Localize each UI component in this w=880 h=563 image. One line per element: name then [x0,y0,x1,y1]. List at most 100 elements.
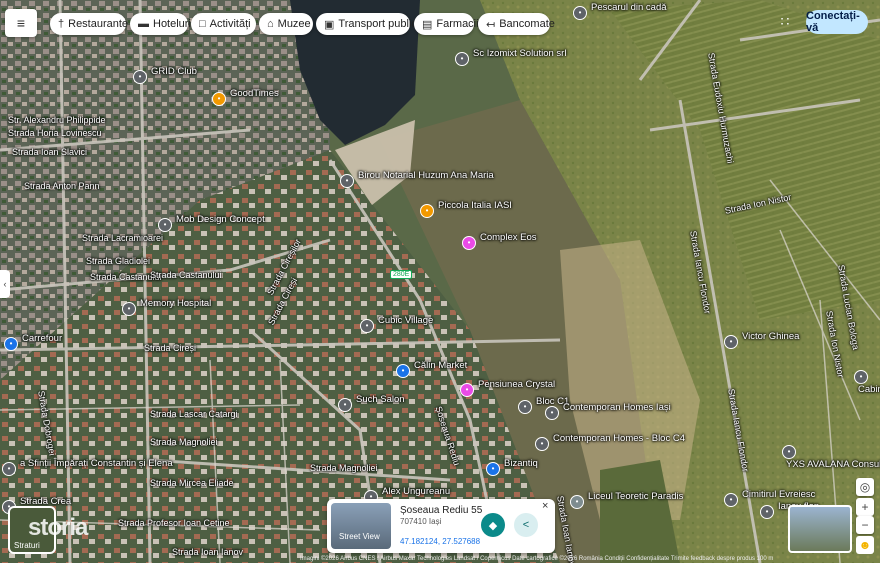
chip-restaurante[interactable]: † Restaurante [50,13,128,35]
shop-icon: • [4,336,18,351]
place-card[interactable]: Street View Șoseaua Rediu 55 707410 Iași… [327,499,555,553]
map-canvas[interactable]: Str. Alexandru Philippide Strada Horia Lo… [0,0,880,563]
poi-label: Contemporan Homes Iași [563,402,671,413]
poi-cabinet-avocatura-gabriela-gheorghiu[interactable]: •Cabinet Avocatura Gabriela Gheorghiu [854,366,880,402]
chip-label: Activități [209,18,251,30]
poi-bizantiq[interactable]: • Bizantiq [486,458,538,476]
poi-label: GoodTimes [230,88,279,99]
pin-icon: • [782,444,796,459]
chip-hoteluri[interactable]: ▬ Hoteluri [130,13,191,35]
poi-pescarul-din-cad[interactable]: • Pescarul din cadă [573,2,667,20]
poi-label: Piccola Italia IASI [438,200,512,211]
menu-button[interactable]: ≡ [5,9,37,37]
chip-activit-i[interactable]: □ Activități [191,13,256,35]
poi-label: Pensiunea Crystal [478,379,556,390]
poi-carrefour[interactable]: • Carrefour [4,333,62,351]
hotel-icon: ▬ [138,18,149,30]
place-title: Șoseaua Rediu 55 [400,505,483,516]
share-icon[interactable]: < [514,513,538,537]
poi-label: Călin Market [414,360,468,371]
street-label: Strada Cireși [144,343,197,353]
poi-piccola-italia-iasi[interactable]: • Piccola Italia IASI [420,200,512,218]
street-label: Strada Profesor Ioan Cetine [118,518,230,528]
poi-birou-notarial-huzum-ana-maria[interactable]: • Birou Notarial Huzum Ana Maria [340,170,494,188]
poi-label: Complex Eos [480,232,537,243]
poi-yxs-avalana-consultan-fonduri[interactable]: •YXS AVALANA Consultanță fonduri [782,441,880,477]
church-icon: • [2,461,16,476]
pin-icon: • [360,318,374,333]
poi-mob-design-concept[interactable]: • Mob Design Concept [158,214,265,232]
collapse-side-panel-button[interactable]: ‹ [0,270,10,298]
poi-label: Mob Design Concept [176,214,265,225]
pin-icon: • [340,173,354,188]
poi-label: GRID Club [151,66,197,77]
road-shield: 280E [390,270,413,279]
my-location-icon[interactable]: ◎ [856,478,874,496]
apps-grid-icon[interactable]: ∷ [776,13,794,31]
pin-icon: • [545,405,559,420]
poi-label: Liceul Teoretic Paradis [588,491,684,502]
poi-complex-eos[interactable]: • Complex Eos [462,232,537,250]
poi-contemporan-homes-bloc-c4[interactable]: • Contemporan Homes - Bloc C4 [535,433,685,451]
pin-icon: • [133,69,147,84]
poi-c-lin-market[interactable]: • Călin Market [396,360,467,378]
pin-icon: • [724,492,738,507]
zoom-in-button[interactable]: + [856,498,874,516]
pegman-icon[interactable]: ☻ [856,536,874,554]
poi-label: Contemporan Homes - Bloc C4 [553,433,685,444]
directions-icon[interactable]: ◆ [481,513,505,537]
poi-label: Cubic Village [378,315,434,326]
poi-label: Cabinet Avocatura Gabriela Gheorghiu [858,384,880,395]
street-label: Strada Castanului [150,270,222,280]
chip-bancomate[interactable]: ↤ Bancomate [478,13,555,35]
street-label: Strada Horia Lovinescu [8,128,102,138]
poi-liceul-teoretic-paradis[interactable]: • Liceul Teoretic Paradis [570,491,683,509]
chip-label: Hoteluri [153,18,191,30]
street-view-thumbnail[interactable]: Street View [331,503,391,549]
transit-icon: ▣ [324,18,335,31]
poi-grid-club[interactable]: • GRID Club [133,66,197,84]
chip-label: Farmacii [436,18,479,30]
pin-icon: • [455,51,469,66]
sign-in-button[interactable]: Conectați-vă [806,10,868,34]
poi-a-sfin-ii-mp-ra-i-constantin-i-elena[interactable]: • a Sfinții Împărați Constantin și Elena [2,458,173,476]
street-label: Strada Lascar Catargi [150,409,238,419]
poi-label: a Sfinții Împărați Constantin și Elena [20,458,173,469]
pin-icon: • [760,504,774,519]
zoom-out-button[interactable]: − [856,516,874,534]
pin-icon: • [854,369,868,384]
street-label: Strada Anton Pann [24,181,100,191]
poi-label: Bizantiq [504,458,538,469]
poi-memory-hospital[interactable]: • Memory Hospital [122,298,211,316]
pin-icon: • [158,217,172,232]
poi-sc-izomixt-solution-srl[interactable]: • Sc Izomixt Solution srl [455,48,566,66]
pharmacy-icon: ▤ [422,18,433,31]
place-subtitle: 707410 Iași [400,517,442,526]
close-icon[interactable]: × [542,500,548,512]
street-label: Strada Ioan Ianov [172,547,244,557]
poi-victor-ghinea[interactable]: • Victor Ghinea [724,331,799,349]
poi-goodtimes[interactable]: • GoodTimes [212,88,279,106]
street-view-preview[interactable] [788,505,852,553]
poi-label: YXS AVALANA Consultanță fonduri [786,459,880,470]
poi-cubic-village[interactable]: • Cubic Village [360,315,433,333]
camera-icon: □ [199,18,206,30]
pin-icon: • [338,397,352,412]
pin-icon: • [724,334,738,349]
school-icon: • [570,494,584,509]
poi-pensiunea-crystal[interactable]: • Pensiunea Crystal [460,379,555,397]
restaurant-icon: • [420,203,434,218]
poi-such-salon[interactable]: • Such Salon [338,394,405,412]
chip-transport-public[interactable]: ▣ Transport public [316,13,417,35]
chip-label: Muzee [277,18,311,30]
street-label: Strada Magnoliei [310,463,378,473]
poi-label: Carrefour [22,333,63,344]
poi-label: Birou Notarial Huzum Ana Maria [358,170,494,181]
street-label: Strada Gladiolei [86,256,151,266]
chip-farmacii[interactable]: ▤ Farmacii [414,13,479,35]
chip-muzee[interactable]: ⌂ Muzee [259,13,313,35]
place-coordinates[interactable]: 47.182124, 27.527688 [400,537,480,546]
poi-contemporan-homes-ia-i[interactable]: • Contemporan Homes Iași [545,402,671,420]
street-label: Strada Magnoliei [150,437,218,447]
street-label: Strada Lacramioarei [82,233,164,243]
